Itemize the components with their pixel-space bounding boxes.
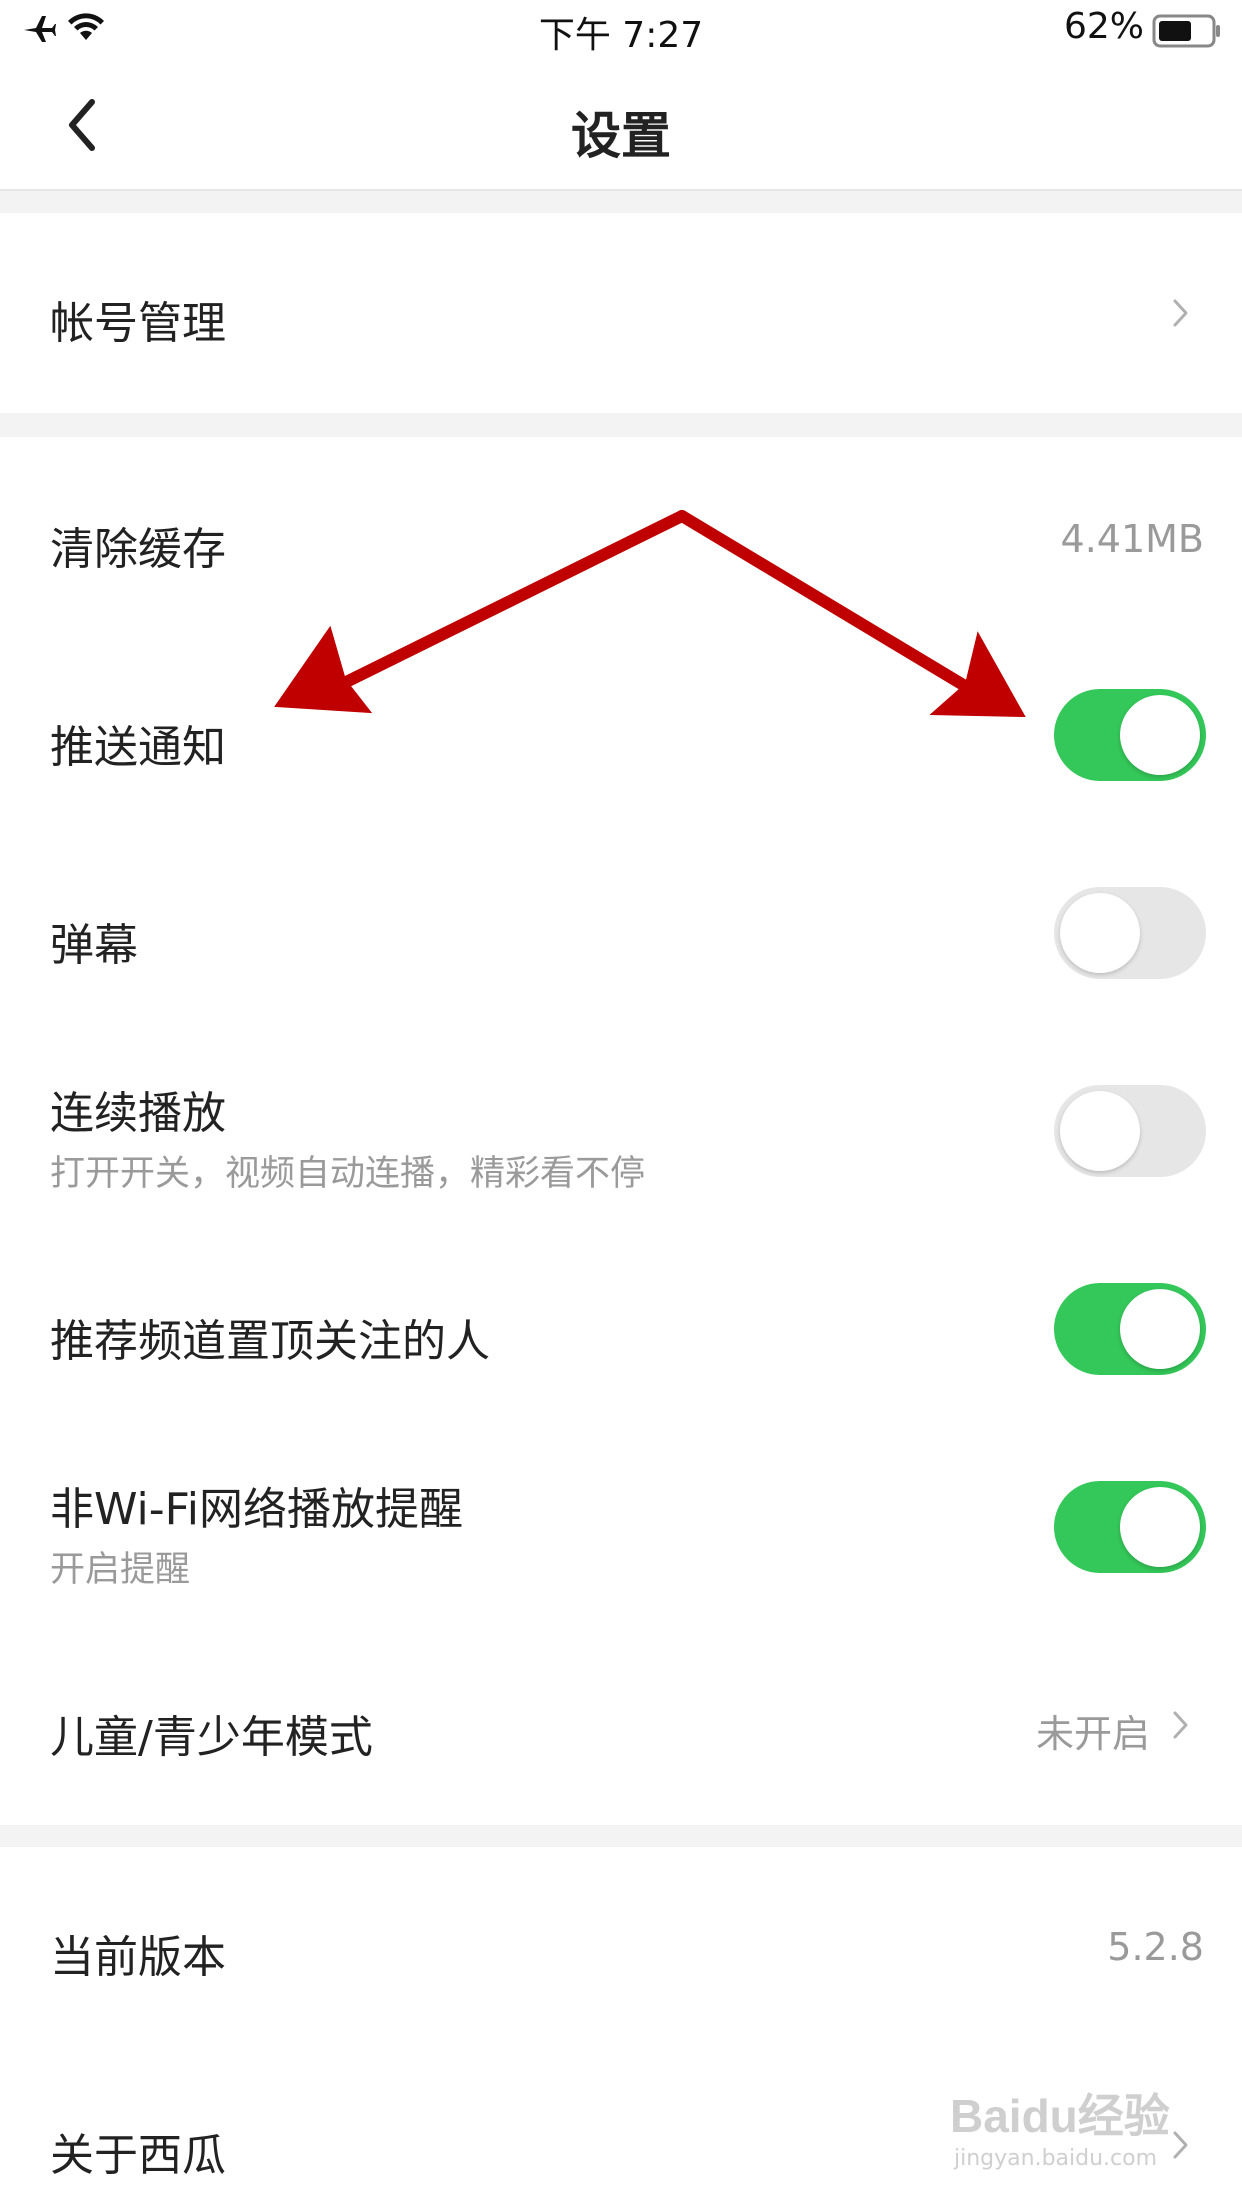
battery-percent: 62% — [1063, 6, 1144, 47]
clear-cache-row[interactable]: 清除缓存 4.41MB — [0, 437, 1242, 637]
push-notification-label: 推送通知 — [50, 722, 226, 773]
toggle-knob — [1060, 893, 1140, 973]
current-version-label: 当前版本 — [50, 1932, 226, 1983]
status-time: 下午 7:27 — [538, 15, 704, 56]
danmaku-label: 弹幕 — [50, 920, 138, 971]
chevron-right-icon — [1173, 299, 1188, 327]
account-management-row[interactable]: 帐号管理 — [0, 213, 1242, 413]
toggle-knob — [1120, 1487, 1200, 1567]
watermark-url: jingyan.baidu.com — [954, 2146, 1158, 2171]
account-management-label: 帐号管理 — [50, 298, 226, 349]
page-title: 设置 — [571, 107, 671, 165]
toggle-knob — [1120, 1289, 1200, 1369]
pinned-follow-toggle[interactable] — [1054, 1283, 1206, 1375]
non-wifi-reminder-label: 非Wi-Fi网络播放提醒 — [50, 1484, 463, 1535]
current-version-value: 5.2.8 — [1107, 1925, 1204, 1969]
kids-mode-row[interactable]: 儿童/青少年模式 未开启 — [0, 1627, 1242, 1825]
toggle-knob — [1120, 695, 1200, 775]
pinned-follow-label: 推荐频道置顶关注的人 — [50, 1316, 490, 1367]
autoplay-sublabel: 打开开关，视频自动连播，精彩看不停 — [50, 1154, 646, 1194]
autoplay-row: 连续播放 打开开关，视频自动连播，精彩看不停 — [0, 1033, 1242, 1231]
cache-size-value: 4.41MB — [1060, 517, 1204, 561]
toggle-knob — [1060, 1091, 1140, 1171]
kids-mode-status: 未开启 — [1035, 1712, 1150, 1756]
battery-icon — [1152, 14, 1220, 48]
push-notification-row: 推送通知 — [0, 637, 1242, 835]
about-label: 关于西瓜 — [50, 2130, 226, 2181]
pinned-follow-row: 推荐频道置顶关注的人 — [0, 1231, 1242, 1429]
autoplay-toggle[interactable] — [1054, 1085, 1206, 1177]
non-wifi-reminder-toggle[interactable] — [1054, 1481, 1206, 1573]
nav-bar: 设置 — [0, 62, 1242, 190]
chevron-right-icon — [1173, 1711, 1188, 1739]
clear-cache-label: 清除缓存 — [50, 524, 226, 575]
section-gap — [0, 413, 1242, 437]
section-gap — [0, 1825, 1242, 1847]
autoplay-label: 连续播放 — [50, 1088, 226, 1139]
section-gap — [0, 191, 1242, 213]
watermark-brand: Baidu经验 — [950, 2090, 1170, 2142]
current-version-row: 当前版本 5.2.8 — [0, 1847, 1242, 2047]
non-wifi-reminder-sublabel: 开启提醒 — [50, 1550, 191, 1590]
status-bar: 下午 7:27 62% — [0, 0, 1242, 62]
danmaku-toggle[interactable] — [1054, 887, 1206, 979]
non-wifi-reminder-row: 非Wi-Fi网络播放提醒 开启提醒 — [0, 1429, 1242, 1627]
danmaku-row: 弹幕 — [0, 835, 1242, 1033]
baidu-jingyan-watermark: Baidu经验 jingyan.baidu.com — [950, 2080, 1220, 2190]
kids-mode-label: 儿童/青少年模式 — [50, 1712, 373, 1763]
push-notification-toggle[interactable] — [1054, 689, 1206, 781]
